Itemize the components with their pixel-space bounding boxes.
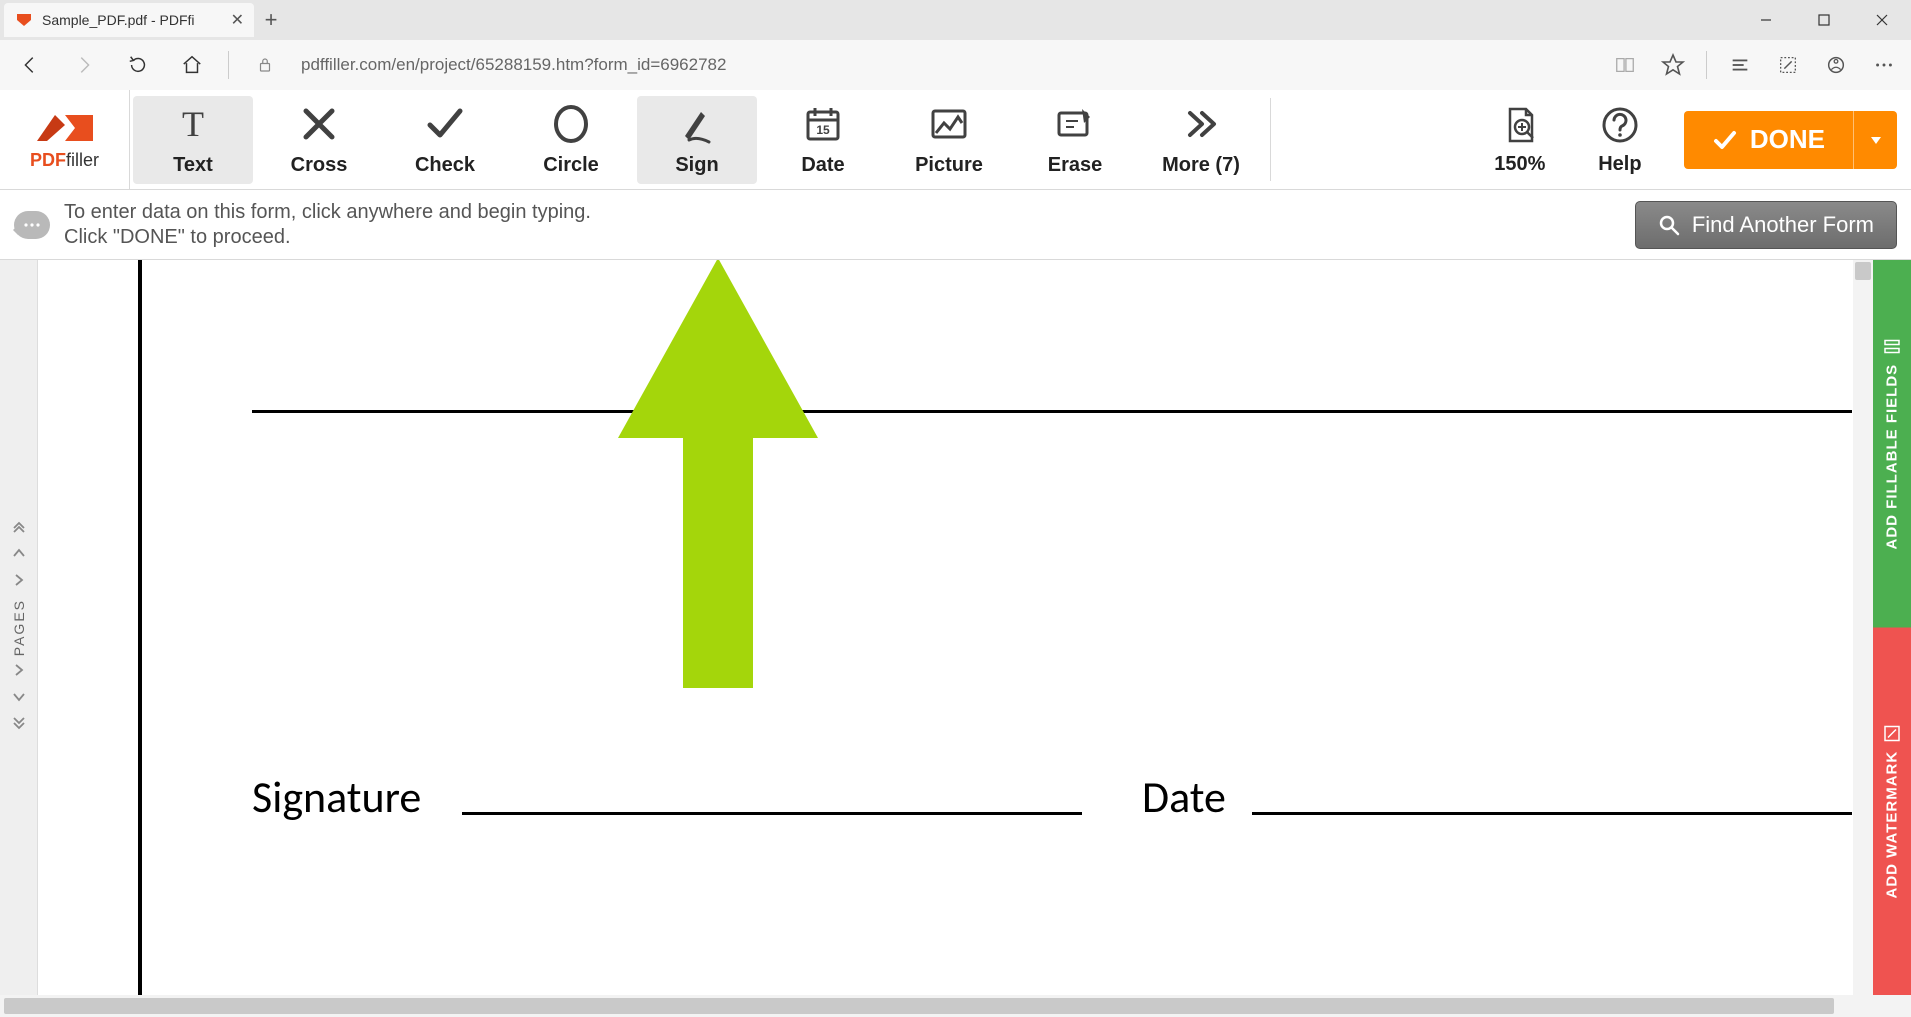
lock-icon	[247, 47, 283, 83]
annotation-arrow	[618, 260, 818, 688]
svg-text:T: T	[182, 104, 204, 144]
app-toolbar: PDFfiller T Text Cross Check Circle Sign…	[0, 90, 1911, 190]
more-tools-icon	[1179, 102, 1223, 146]
refresh-button[interactable]	[120, 47, 156, 83]
tab-title: Sample_PDF.pdf - PDFfi	[42, 12, 195, 28]
erase-icon	[1053, 102, 1097, 146]
cross-icon	[297, 102, 341, 146]
chevron-right-icon[interactable]	[11, 662, 27, 683]
signature-line[interactable]	[462, 812, 1082, 815]
vertical-scrollbar[interactable]	[1853, 260, 1873, 995]
toolbar-separator	[1270, 98, 1271, 181]
minimize-button[interactable]	[1737, 0, 1795, 40]
horizontal-scrollbar[interactable]	[0, 995, 1911, 1017]
forward-button[interactable]	[66, 47, 102, 83]
window-controls	[1737, 0, 1911, 40]
new-tab-button[interactable]: +	[254, 3, 288, 37]
tab-strip: Sample_PDF.pdf - PDFfi ✕ +	[0, 0, 1911, 40]
tool-more[interactable]: More (7)	[1141, 96, 1261, 184]
right-tool-group: 150% Help	[1470, 90, 1670, 189]
pdffiller-logo-mark	[31, 109, 99, 147]
browser-tab[interactable]: Sample_PDF.pdf - PDFfi ✕	[4, 3, 254, 37]
reading-view-icon[interactable]	[1610, 50, 1640, 80]
calendar-icon: 15	[801, 102, 845, 146]
zoom-icon	[1498, 103, 1542, 147]
workspace: PAGES Signature Date ADD FILLABLE FIELDS…	[0, 260, 1911, 1017]
done-wrap: DONE	[1670, 90, 1911, 189]
fields-icon	[1883, 338, 1901, 356]
svg-text:15: 15	[816, 123, 830, 137]
tab-close-icon[interactable]: ✕	[231, 10, 244, 30]
pages-label: PAGES	[11, 599, 27, 656]
close-window-button[interactable]	[1853, 0, 1911, 40]
document-canvas[interactable]: Signature Date	[38, 260, 1873, 995]
chevron-right-icon[interactable]	[11, 572, 27, 593]
chevron-double-up-icon[interactable]	[11, 518, 27, 539]
scrollbar-thumb[interactable]	[4, 998, 1834, 1014]
more-icon[interactable]	[1869, 50, 1899, 80]
document-page[interactable]: Signature Date	[138, 260, 1873, 995]
maximize-button[interactable]	[1795, 0, 1853, 40]
done-dropdown[interactable]	[1853, 111, 1897, 169]
separator	[228, 51, 229, 79]
tool-check[interactable]: Check	[385, 96, 505, 184]
done-button[interactable]: DONE	[1684, 111, 1897, 169]
favorite-icon[interactable]	[1658, 50, 1688, 80]
tool-picture[interactable]: Picture	[889, 96, 1009, 184]
tool-sign[interactable]: Sign	[637, 96, 757, 184]
tool-date[interactable]: 15 Date	[763, 96, 883, 184]
tool-erase[interactable]: Erase	[1015, 96, 1135, 184]
chevron-double-down-icon[interactable]	[11, 716, 27, 737]
browser-chrome: Sample_PDF.pdf - PDFfi ✕ + pdffiller.com…	[0, 0, 1911, 90]
share-icon[interactable]	[1821, 50, 1851, 80]
pages-rail[interactable]: PAGES	[0, 260, 38, 995]
notes-icon[interactable]	[1773, 50, 1803, 80]
hub-icon[interactable]	[1725, 50, 1755, 80]
circle-icon	[549, 102, 593, 146]
tool-circle[interactable]: Circle	[511, 96, 631, 184]
chevron-up-icon[interactable]	[11, 545, 27, 566]
done-label: DONE	[1750, 124, 1825, 155]
done-check-icon	[1712, 127, 1738, 153]
tool-cross[interactable]: Cross	[259, 96, 379, 184]
pdffiller-favicon	[16, 12, 32, 28]
tool-text[interactable]: T Text	[133, 96, 253, 184]
help-icon	[1598, 103, 1642, 147]
watermark-icon	[1883, 724, 1901, 742]
back-button[interactable]	[12, 47, 48, 83]
add-watermark-button[interactable]: ADD WATERMARK	[1873, 628, 1911, 996]
sign-icon	[675, 102, 719, 146]
hint-text: To enter data on this form, click anywhe…	[64, 200, 591, 250]
pdffiller-logo[interactable]: PDFfiller	[0, 90, 130, 189]
home-button[interactable]	[174, 47, 210, 83]
url-text[interactable]: pdffiller.com/en/project/65288159.htm?fo…	[301, 55, 726, 75]
hint-bubble-icon	[14, 211, 50, 239]
search-icon	[1658, 214, 1680, 236]
chevron-down-icon[interactable]	[11, 689, 27, 710]
help-button[interactable]: Help	[1570, 96, 1670, 184]
date-label: Date	[1142, 770, 1226, 824]
tool-group: T Text Cross Check Circle Sign 15 Date P…	[130, 90, 1264, 189]
form-line[interactable]	[252, 410, 1852, 413]
separator	[1706, 51, 1707, 79]
find-another-form-button[interactable]: Find Another Form	[1635, 201, 1897, 249]
picture-icon	[927, 102, 971, 146]
right-rail: ADD FILLABLE FIELDS ADD WATERMARK	[1873, 260, 1911, 995]
address-bar-row: pdffiller.com/en/project/65288159.htm?fo…	[0, 40, 1911, 90]
text-icon: T	[171, 102, 215, 146]
zoom-control[interactable]: 150%	[1470, 96, 1570, 184]
signature-label: Signature	[252, 770, 421, 824]
hint-row: To enter data on this form, click anywhe…	[0, 190, 1911, 260]
check-icon	[423, 102, 467, 146]
scrollbar-thumb[interactable]	[1855, 262, 1871, 280]
date-line[interactable]	[1252, 812, 1852, 815]
pdffiller-logo-text: PDFfiller	[30, 150, 99, 171]
add-fillable-fields-button[interactable]: ADD FILLABLE FIELDS	[1873, 260, 1911, 628]
